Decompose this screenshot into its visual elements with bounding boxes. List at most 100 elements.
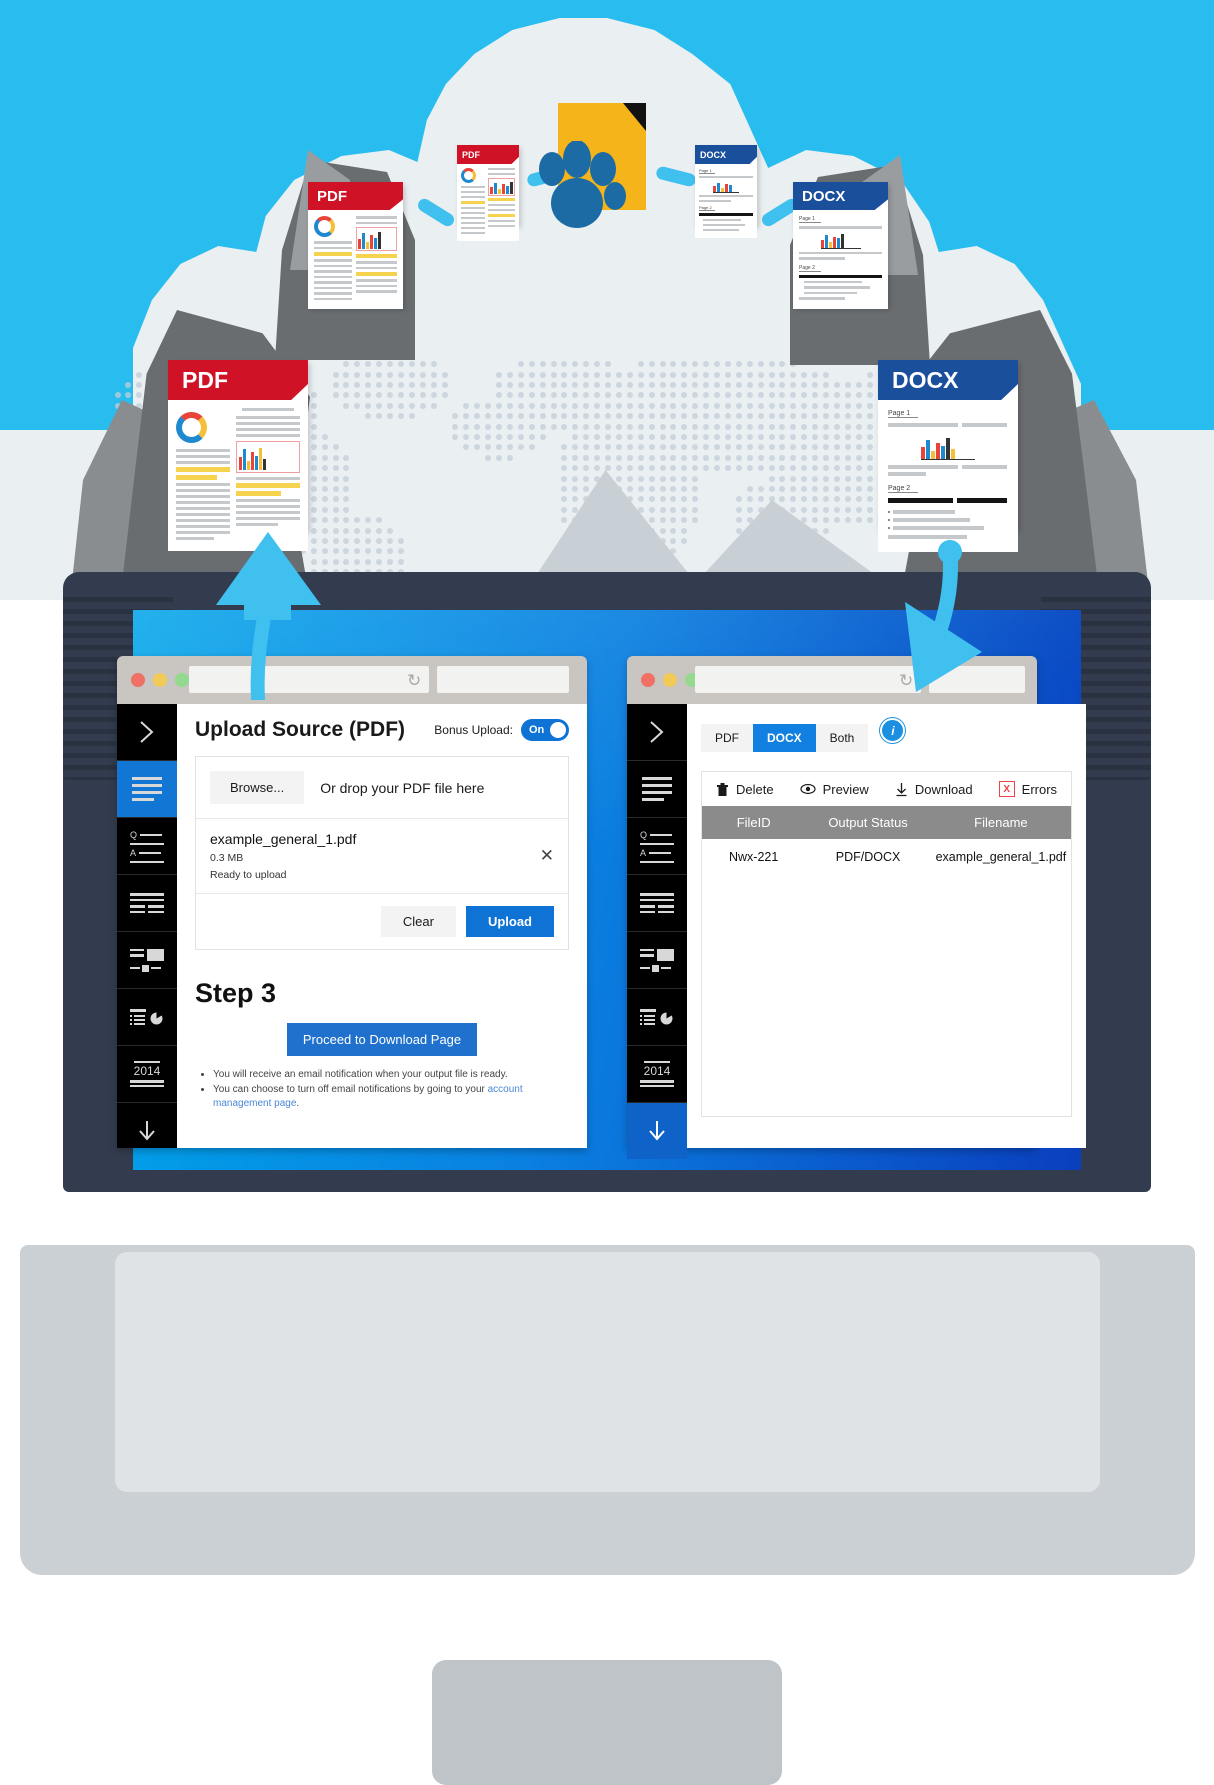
download-content: PDF DOCX Both i Delete Preview Download — [687, 704, 1087, 1148]
maximize-traffic-light[interactable] — [175, 673, 189, 687]
errors-button[interactable]: X Errors — [998, 781, 1058, 797]
trash-icon — [717, 782, 728, 796]
sidebar-item-expand[interactable] — [117, 704, 177, 761]
preview-button[interactable]: Preview — [799, 781, 869, 797]
secondary-bar-left[interactable] — [437, 666, 569, 693]
text-lines-icon — [642, 777, 672, 801]
note-tail: . — [296, 1098, 300, 1109]
column-header-output-status: Output Status — [828, 815, 908, 830]
note-text-2: You can choose to turn off email notific… — [213, 1083, 488, 1095]
right-sidebar: Q A 2014 — [627, 704, 687, 1159]
upload-notes-list: You will receive an email notification w… — [195, 1068, 569, 1112]
minimize-traffic-light[interactable] — [153, 673, 167, 687]
cell-output-status: PDF/DOCX — [835, 850, 901, 864]
upload-content: Upload Source (PDF) Bonus Upload: On Bro… — [177, 704, 587, 1148]
image-text-icon — [130, 948, 164, 972]
file-card-pdf-small: PDF — [457, 145, 519, 241]
column-header-fileid: FileID — [736, 815, 771, 830]
sidebar-item-columns[interactable] — [627, 875, 687, 932]
close-traffic-light[interactable] — [131, 673, 145, 687]
arrow-down-to-docx — [905, 540, 982, 692]
sidebar-item-year[interactable]: 2014 — [117, 1046, 177, 1103]
sidebar-item-expand[interactable] — [627, 704, 687, 761]
sidebar-item-download[interactable] — [117, 1103, 177, 1159]
preview-label: Preview — [822, 781, 869, 797]
list-item: You can choose to turn off email notific… — [213, 1083, 569, 1112]
reload-icon[interactable]: ↻ — [407, 671, 421, 691]
file-card-docx-large: DOCX Page 1 Page 2 — [878, 360, 1018, 552]
text-lines-icon — [132, 777, 162, 801]
sidebar-item-text-lines[interactable] — [627, 761, 687, 818]
download-window-body: Q A 2014 PDF DOCX Both i Delete Preview … — [627, 704, 1087, 1159]
tab-pdf[interactable]: PDF — [701, 723, 753, 752]
sidebar-item-chart-list[interactable] — [627, 989, 687, 1046]
year-label: 2014 — [133, 1064, 161, 1079]
proceed-to-download-button[interactable]: Proceed to Download Page — [286, 1023, 478, 1056]
file-card-docx-medium: DOCX Page 1 Page 2 — [793, 182, 888, 309]
download-button[interactable]: Download — [895, 782, 973, 797]
toggle-state-label: On — [529, 724, 545, 736]
laptop-keyboard-area — [115, 1252, 1100, 1492]
sidebar-item-download[interactable] — [627, 1103, 687, 1159]
file-card-pdf-large: PDF — [168, 360, 308, 551]
close-traffic-light[interactable] — [641, 673, 655, 687]
traffic-lights-right — [641, 673, 699, 687]
delete-label: Delete — [736, 781, 774, 797]
file-card-docx-large-label: DOCX — [892, 366, 959, 393]
sidebar-item-qa[interactable]: Q A — [117, 818, 177, 875]
upload-button[interactable]: Upload — [465, 906, 554, 937]
year-2014-icon: 2014 — [640, 1060, 674, 1088]
clear-button[interactable]: Clear — [380, 906, 456, 937]
sidebar-item-chart-list[interactable] — [117, 989, 177, 1046]
hero-illustration: PDF DOCX Page 1 Page 2 PDF DOCX Page 1 P… — [0, 0, 1214, 600]
uploaded-file-status: Ready to upload — [210, 869, 287, 881]
file-actions-toolbar: Delete Preview Download X Errors — [701, 771, 1073, 806]
cell-fileid: Nwx-221 — [729, 850, 779, 864]
download-browser-window: ↻ Q A 2014 PDF DOCX Both i Delete Previe… — [627, 656, 1087, 1159]
uploaded-file-name: example_general_1.pdf — [210, 831, 357, 847]
list-item: You will receive an email notification w… — [213, 1068, 569, 1083]
chevron-right-icon — [140, 721, 154, 743]
close-icon[interactable]: ✕ — [540, 846, 554, 866]
chart-list-icon — [640, 1009, 674, 1025]
tab-docx[interactable]: DOCX — [753, 723, 816, 752]
arrow-up-to-pdf — [216, 532, 321, 700]
paw-document-icon — [539, 103, 646, 228]
sidebar-item-qa[interactable]: Q A — [627, 818, 687, 875]
sidebar-item-text-lines[interactable] — [117, 761, 177, 818]
columns-text-icon — [640, 893, 674, 913]
laptop-trackpad — [432, 1660, 782, 1785]
download-icon — [896, 782, 907, 796]
file-card-docx-small: DOCX Page 1 Page 2 — [695, 145, 757, 238]
sidebar-item-image-text[interactable] — [627, 932, 687, 989]
note-text-1: You will receive an email notification w… — [213, 1069, 508, 1080]
chart-list-icon — [130, 1009, 164, 1025]
page-title: Upload Source (PDF) — [195, 718, 406, 741]
info-icon[interactable]: i — [880, 718, 906, 743]
docx-page2-label: Page 2 — [888, 485, 918, 493]
uploaded-file-size: 0.3 MB — [210, 852, 244, 864]
format-tab-group: PDF DOCX Both — [701, 723, 869, 752]
image-text-icon — [640, 948, 674, 972]
column-header-filename: Filename — [974, 815, 1028, 830]
file-card-pdf-medium: PDF — [308, 182, 403, 309]
qa-lines-icon: Q A — [130, 830, 164, 863]
errors-label: Errors — [1021, 781, 1058, 797]
upload-dropzone[interactable]: Browse... Or drop your PDF file here exa… — [195, 756, 569, 950]
sidebar-item-image-text[interactable] — [117, 932, 177, 989]
browse-button[interactable]: Browse... — [210, 771, 305, 804]
sidebar-item-columns[interactable] — [117, 875, 177, 932]
docx-page1-label: Page 1 — [888, 410, 918, 418]
year-label: 2014 — [643, 1064, 671, 1079]
minimize-traffic-light[interactable] — [663, 673, 677, 687]
error-x-icon: X — [998, 781, 1015, 797]
delete-button[interactable]: Delete — [716, 782, 774, 797]
tab-both[interactable]: Both — [815, 723, 869, 752]
table-header-row: FileID Output Status Filename — [702, 806, 1072, 839]
columns-text-icon — [130, 893, 164, 913]
bonus-upload-toggle[interactable]: On — [521, 719, 569, 741]
table-row[interactable]: Nwx-221 PDF/DOCX example_general_1.pdf — [702, 839, 1071, 875]
file-card-pdf-large-label: PDF — [182, 366, 228, 393]
sidebar-item-year[interactable]: 2014 — [627, 1046, 687, 1103]
download-label: Download — [914, 781, 973, 797]
